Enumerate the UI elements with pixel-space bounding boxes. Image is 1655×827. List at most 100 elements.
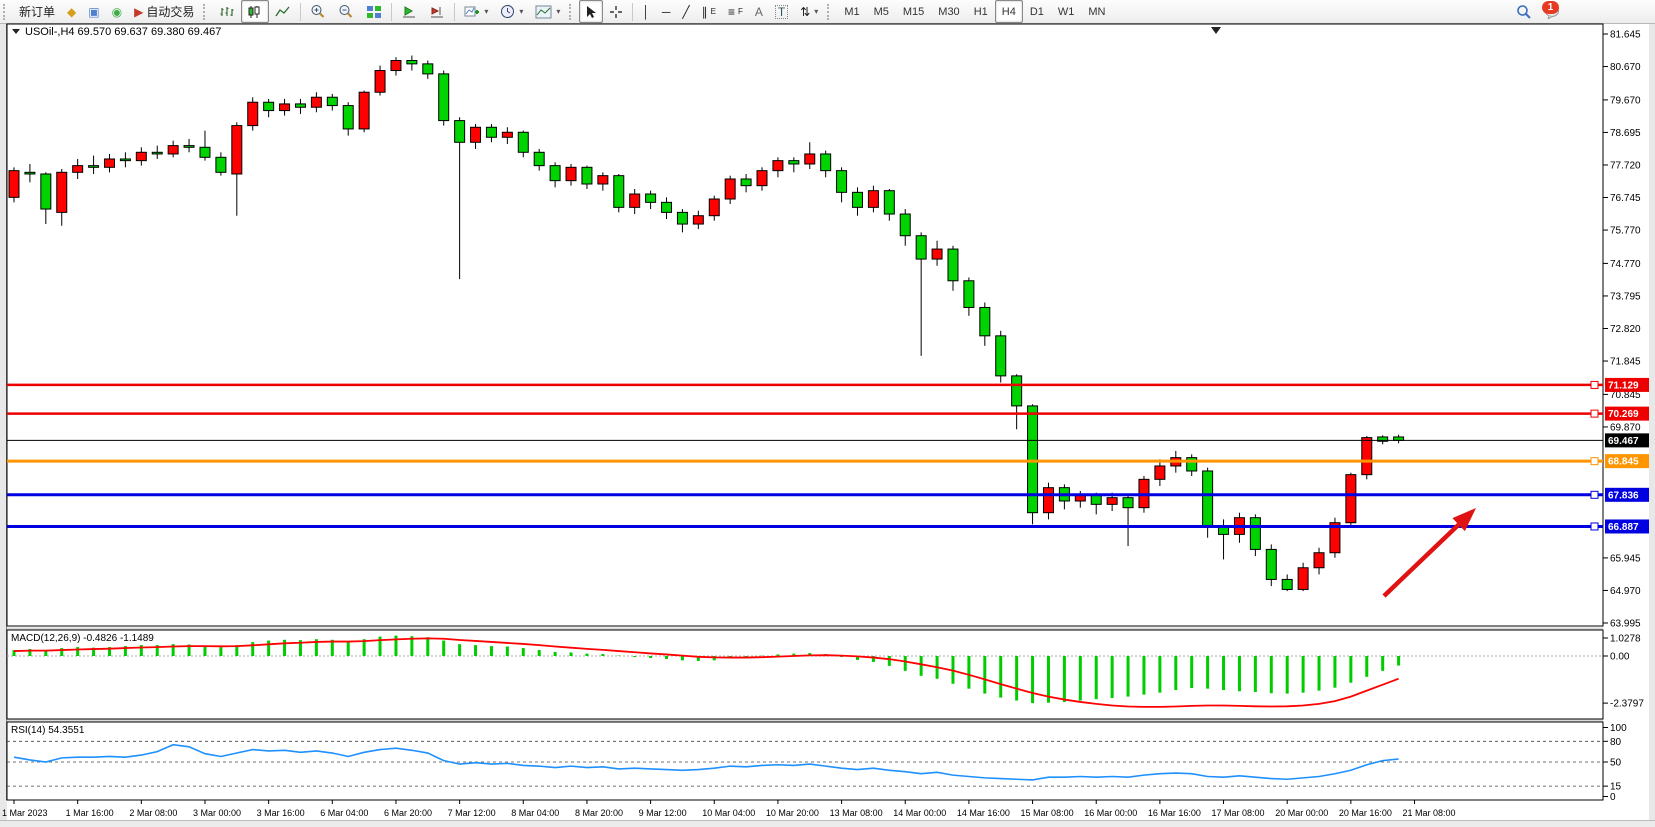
candle-body (184, 146, 194, 148)
candle-body (1155, 466, 1165, 479)
candle-body (486, 127, 496, 137)
time-axis: 1 Mar 2023 1 Mar 16:00 2 Mar 08:00 3 Mar 00… (2, 800, 1456, 818)
candle-body (964, 281, 974, 308)
time-tick-label: 6 Mar 20:00 (384, 808, 432, 818)
time-tick-label: 16 Mar 00:00 (1084, 808, 1137, 818)
macd-tick-label: 1.0278 (1610, 634, 1641, 645)
candle-body (57, 172, 67, 212)
candle-body (1282, 579, 1292, 589)
candle-body (264, 102, 274, 110)
candle-body (248, 102, 258, 125)
candle-body (916, 236, 926, 259)
time-tick-label: 10 Mar 04:00 (702, 808, 755, 818)
candle-body (295, 104, 305, 107)
rsi-tick-label: 0 (1610, 792, 1616, 803)
candle-body (980, 307, 990, 335)
line-endpoint-marker[interactable] (1591, 491, 1598, 498)
candle-body (1203, 471, 1213, 526)
price-tick-label: 80.670 (1610, 62, 1641, 73)
candle-body (1012, 376, 1022, 406)
macd-tick-label: 0.00 (1610, 652, 1630, 663)
price-tick-label: 76.745 (1610, 193, 1641, 204)
line-endpoint-marker[interactable] (1591, 458, 1598, 465)
candle-body (407, 61, 417, 64)
candle-body (89, 166, 99, 168)
time-tick-label: 16 Mar 16:00 (1148, 808, 1201, 818)
time-tick-label: 15 Mar 08:00 (1021, 808, 1074, 818)
macd-label: MACD(12,26,9) -0.4826 -1.1489 (11, 633, 154, 644)
candle-body (932, 249, 942, 259)
candle-body (9, 171, 19, 198)
candle-body (375, 71, 385, 93)
candle-body (232, 126, 242, 174)
candle-body (550, 166, 560, 181)
svg-text:69.467: 69.467 (1608, 436, 1639, 447)
price-tick-label: 73.795 (1610, 291, 1641, 302)
line-endpoint-marker[interactable] (1591, 381, 1598, 388)
candle-body (1314, 553, 1324, 568)
candle-body (168, 146, 178, 154)
chart-title-text: USOil-,H4 69.570 69.637 69.380 69.467 (25, 26, 221, 38)
line-endpoint-marker[interactable] (1591, 410, 1598, 417)
price-tick-label: 64.970 (1610, 586, 1641, 597)
candle-body (662, 202, 672, 212)
time-tick-label: 2 Mar 08:00 (129, 808, 177, 818)
candle-body (391, 61, 401, 71)
time-tick-label: 6 Mar 04:00 (320, 808, 368, 818)
candle-body (136, 152, 146, 160)
time-tick-label: 10 Mar 20:00 (766, 808, 819, 818)
candle-body (566, 167, 576, 180)
price-tick-label: 78.695 (1610, 128, 1641, 139)
time-tick-label: 1 Mar 2023 (2, 808, 48, 818)
time-tick-label: 3 Mar 00:00 (193, 808, 241, 818)
svg-text:66.887: 66.887 (1608, 522, 1639, 533)
price-tick-label: 74.770 (1610, 259, 1641, 270)
candle-body (216, 157, 226, 172)
candle-body (41, 174, 51, 209)
price-tick-label: 81.645 (1610, 30, 1641, 41)
rsi-tick-label: 15 (1610, 782, 1622, 793)
price-tick-label: 63.995 (1610, 618, 1641, 629)
pane-splitter[interactable] (7, 720, 1603, 722)
chart-title: USOil-,H4 69.570 69.637 69.380 69.467 (12, 26, 221, 38)
candle-body (1043, 488, 1053, 513)
candle-body (471, 127, 481, 142)
time-tick-label: 8 Mar 20:00 (575, 808, 623, 818)
pane-splitter[interactable] (7, 628, 1603, 630)
time-tick-label: 17 Mar 08:00 (1212, 808, 1265, 818)
candle-body (1250, 518, 1260, 550)
candle-body (343, 106, 353, 129)
candle-body (773, 161, 783, 171)
candle-body (996, 336, 1006, 376)
time-tick-label: 3 Mar 16:00 (257, 808, 305, 818)
rsi-tick-label: 50 (1610, 758, 1622, 769)
candle-body (789, 161, 799, 164)
candle-body (518, 132, 528, 152)
candle-body (534, 152, 544, 165)
line-endpoint-marker[interactable] (1591, 523, 1598, 530)
time-tick-label: 13 Mar 08:00 (830, 808, 883, 818)
time-tick-label: 14 Mar 00:00 (893, 808, 946, 818)
candle-body (805, 154, 815, 164)
candle-body (1028, 406, 1038, 513)
candle-body (852, 192, 862, 207)
candle-body (741, 179, 751, 186)
candle-body (646, 194, 656, 202)
time-tick-label: 1 Mar 16:00 (66, 808, 114, 818)
svg-text:67.836: 67.836 (1608, 490, 1639, 501)
price-tick-label: 79.670 (1610, 95, 1641, 106)
svg-text:70.269: 70.269 (1608, 409, 1639, 420)
price-tick-label: 71.845 (1610, 357, 1641, 368)
time-tick-label: 8 Mar 04:00 (511, 808, 559, 818)
candle-body (439, 74, 449, 121)
candle-body (693, 216, 703, 224)
chart-canvas[interactable]: 81.64580.67079.67078.69577.72076.74575.7… (0, 0, 1655, 827)
svg-text:71.129: 71.129 (1608, 380, 1639, 391)
price-axis: 81.64580.67079.67078.69577.72076.74575.7… (1603, 30, 1649, 630)
candle-body (900, 214, 910, 236)
price-tick-label: 65.945 (1610, 553, 1641, 564)
candle-body (73, 166, 83, 173)
candle-body (1266, 549, 1276, 579)
candle-body (868, 191, 878, 208)
price-tick-label: 77.720 (1610, 160, 1641, 171)
